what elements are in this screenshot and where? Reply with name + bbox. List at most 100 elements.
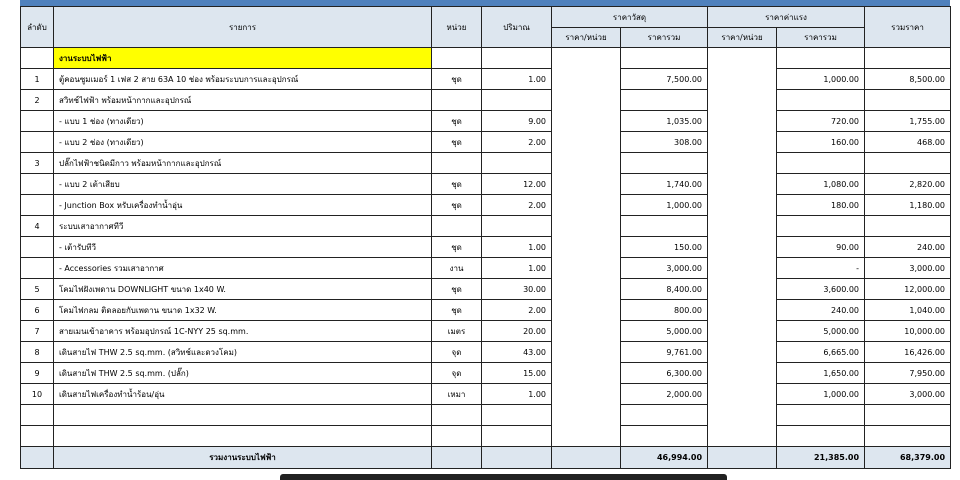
cell-no[interactable]: 5 [20,278,54,300]
cell-material-sum[interactable]: 150.00 [619,236,709,258]
total-material-sum[interactable]: 46,994.00 [619,446,709,469]
cell-total[interactable]: 8,500.00 [864,68,952,90]
cell-no[interactable]: 4 [20,215,54,237]
cell-no[interactable] [20,425,54,447]
cell-labor-unit-price[interactable] [707,341,778,363]
cell-qty[interactable]: 1.00 [481,236,552,258]
cell-material-unit-price[interactable] [551,131,621,153]
cell-material-sum[interactable]: 1,740.00 [619,173,709,195]
cell-no[interactable]: 8 [20,341,54,363]
cell-material-unit-price[interactable] [551,194,621,216]
total-labor-sum[interactable]: 21,385.00 [776,446,866,469]
cell-labor-sum[interactable]: 1,080.00 [776,173,866,195]
cell-material-unit-price[interactable] [551,152,621,174]
cell-qty[interactable] [481,425,552,447]
cell-qty[interactable]: 1.00 [481,68,552,90]
cell-labor-unit-price[interactable] [707,194,778,216]
cell-labor-sum[interactable]: 160.00 [776,131,866,153]
total-label[interactable]: รวมงานระบบไฟฟ้า [53,446,432,469]
cell-qty[interactable]: 30.00 [481,278,552,300]
cell-material-unit-price[interactable] [551,341,621,363]
cell-material-sum[interactable]: 6,300.00 [619,362,709,384]
cell-no[interactable] [20,173,54,195]
cell-unit[interactable]: จุด [431,362,482,384]
cell-item[interactable]: - Accessories รวมเสาอากาศ [53,257,432,279]
cell-total[interactable]: 240.00 [864,236,952,258]
cell-labor-sum[interactable]: 3,600.00 [776,278,866,300]
cell-qty[interactable]: 1.00 [481,257,552,279]
cell-unit[interactable] [431,89,482,111]
cell-labor-sum[interactable] [776,215,866,237]
cell-no[interactable]: 9 [20,362,54,384]
cell-labor-unit-price[interactable] [707,236,778,258]
cell-no[interactable]: 6 [20,299,54,321]
cell-no[interactable] [20,194,54,216]
cell-unit[interactable] [431,404,482,426]
cell-qty[interactable]: 2.00 [481,194,552,216]
section-title[interactable]: งานระบบไฟฟ้า [53,47,432,69]
cell-no[interactable]: 7 [20,320,54,342]
cell-no[interactable]: 3 [20,152,54,174]
cell-material-sum[interactable]: 2,000.00 [619,383,709,405]
cell-item[interactable]: ระบบเสาอากาศทีวี [53,215,432,237]
cell-material-sum[interactable]: 8,400.00 [619,278,709,300]
cell-total[interactable]: 2,820.00 [864,173,952,195]
cell-labor-unit-price[interactable] [707,257,778,279]
cell-unit[interactable]: เหมา [431,383,482,405]
cell-total[interactable]: 1,180.00 [864,194,952,216]
cell-unit[interactable]: ชุด [431,173,482,195]
cell-total[interactable]: 16,426.00 [864,341,952,363]
cell-labor-sum[interactable] [776,152,866,174]
cell-item[interactable]: โคมไฟกลม ติดลอยกับเพดาน ขนาด 1x32 W. [53,299,432,321]
cell-labor-unit-price[interactable] [707,404,778,426]
cell-labor-unit-price[interactable] [707,152,778,174]
cell-material-sum[interactable] [619,425,709,447]
cell-item[interactable]: - แบบ 1 ช่อง (ทางเดียว) [53,110,432,132]
cell-qty[interactable]: 2.00 [481,299,552,321]
cell-unit[interactable]: ชุด [431,194,482,216]
cell-no[interactable] [20,110,54,132]
cell-material-sum[interactable]: 9,761.00 [619,341,709,363]
cell-no[interactable] [20,131,54,153]
cell-material-unit-price[interactable] [551,110,621,132]
cell-labor-sum[interactable]: 1,000.00 [776,68,866,90]
cell-unit[interactable]: ชุด [431,68,482,90]
cell-material-unit-price[interactable] [551,215,621,237]
cell-total[interactable]: 7,950.00 [864,362,952,384]
cell-labor-sum[interactable]: 1,650.00 [776,362,866,384]
cell-material-unit-price[interactable] [551,320,621,342]
cell-labor-unit-price[interactable] [707,215,778,237]
cell-labor-unit-price[interactable] [707,383,778,405]
cell-labor-sum[interactable]: 240.00 [776,299,866,321]
cell-unit[interactable]: ชุด [431,278,482,300]
cell-unit[interactable] [431,152,482,174]
cell-item[interactable]: - เต้ารับทีวี [53,236,432,258]
cell-qty[interactable]: 20.00 [481,320,552,342]
cell-item[interactable]: ตู้คอนซูมเมอร์ 1 เฟส 2 สาย 63A 10 ช่อง พ… [53,68,432,90]
cell-item[interactable]: สวิทช์ไฟฟ้า พร้อมหน้ากากและอุปกรณ์ [53,89,432,111]
cell-material-sum[interactable]: 800.00 [619,299,709,321]
cell-qty[interactable]: 9.00 [481,110,552,132]
cell-item[interactable]: - แบบ 2 ช่อง (ทางเดียว) [53,131,432,153]
cell-total[interactable] [864,152,952,174]
cell-material-unit-price[interactable] [551,404,621,426]
cell-item[interactable]: - แบบ 2 เต้าเสียบ [53,173,432,195]
cell-labor-unit-price[interactable] [707,173,778,195]
cell-qty[interactable]: 43.00 [481,341,552,363]
cell-unit[interactable]: ชุด [431,299,482,321]
cell-item[interactable]: - Junction Box หรับเครื่องทำน้ำอุ่น [53,194,432,216]
grand-total[interactable]: 68,379.00 [864,446,952,469]
cell-total[interactable]: 1,040.00 [864,299,952,321]
cell-no[interactable]: 10 [20,383,54,405]
cell-material-unit-price[interactable] [551,278,621,300]
cell-qty[interactable]: 1.00 [481,383,552,405]
cell-item[interactable]: เดินสายไฟ THW 2.5 sq.mm. (ปลั๊ก) [53,362,432,384]
cell-unit[interactable]: เมตร [431,320,482,342]
cell-material-unit-price[interactable] [551,89,621,111]
cell-labor-unit-price[interactable] [707,362,778,384]
cell-labor-sum[interactable] [776,404,866,426]
cell-no[interactable] [20,257,54,279]
cell-total[interactable] [864,215,952,237]
cell-qty[interactable] [481,152,552,174]
cell-total[interactable] [864,404,952,426]
